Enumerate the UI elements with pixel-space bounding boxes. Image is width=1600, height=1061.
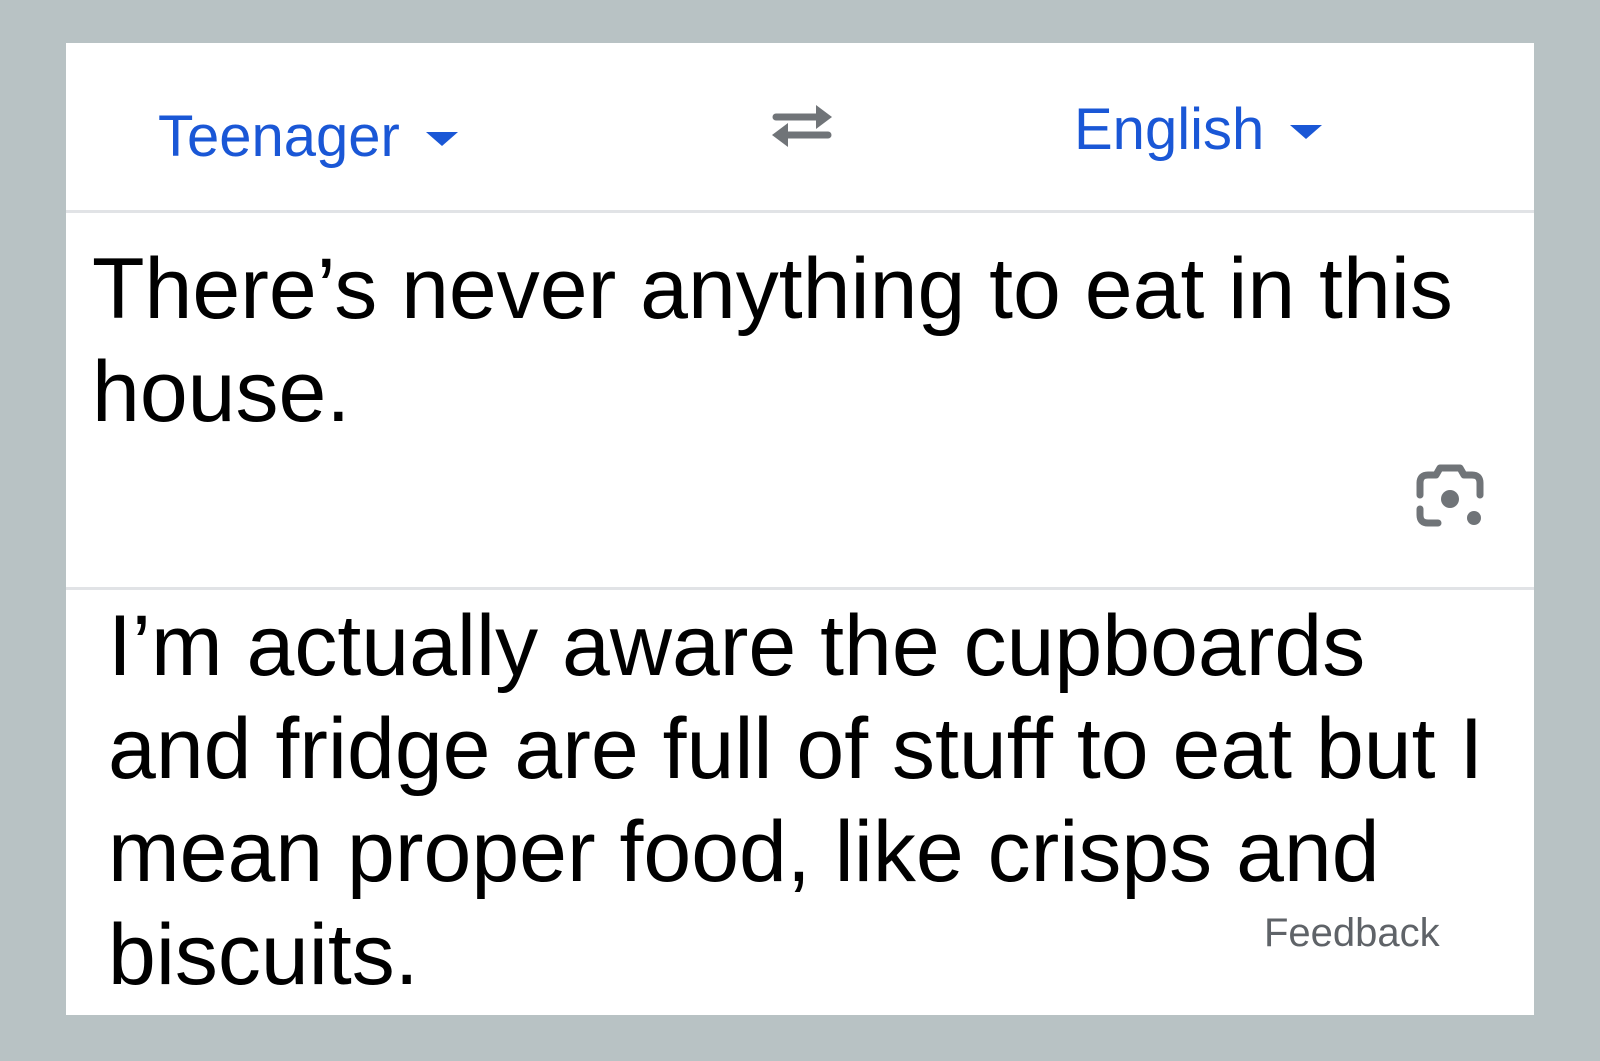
target-language-button[interactable]: English [1074, 97, 1323, 162]
camera-button[interactable] [1410, 459, 1490, 539]
feedback-link[interactable]: Feedback [1264, 911, 1440, 956]
source-language-button[interactable]: Teenager [158, 108, 458, 166]
source-language-label: Teenager [158, 104, 400, 169]
camera-lens-icon [1416, 464, 1484, 527]
language-bar: Teenager English [66, 43, 1534, 211]
source-text-input[interactable]: There’s never anything to eat in this ho… [92, 238, 1512, 444]
caret-down-icon [1290, 125, 1323, 139]
divider [66, 210, 1534, 213]
target-language-label: English [1074, 97, 1265, 162]
translate-card: Teenager English There’s never anything … [66, 43, 1534, 1015]
caret-down-icon [425, 132, 458, 146]
divider [66, 587, 1534, 590]
swap-languages-button[interactable] [762, 91, 842, 161]
swap-arrows-icon [772, 105, 832, 147]
